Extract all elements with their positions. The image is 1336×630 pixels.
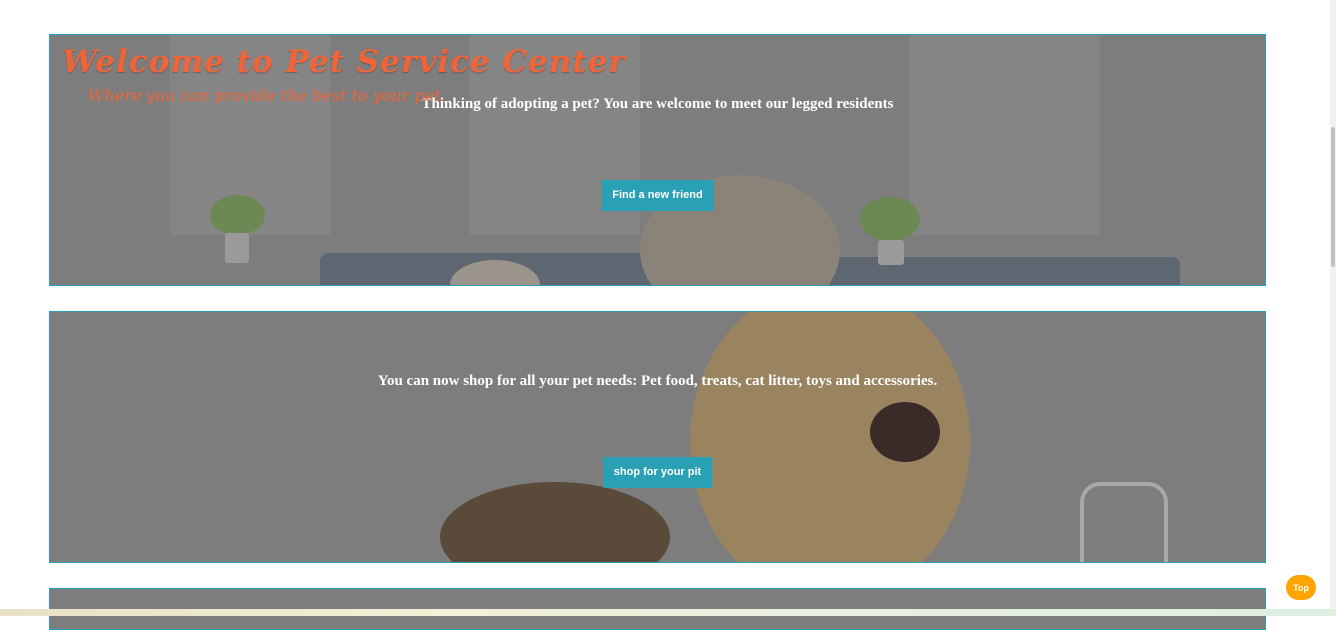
background-window	[910, 35, 1100, 235]
shop-button[interactable]: shop for your pit	[602, 457, 713, 488]
background-plant	[860, 197, 920, 241]
page-title: Welcome to Pet Service Center	[62, 44, 626, 80]
shop-text: You can now shop for all your pet needs:…	[377, 373, 938, 389]
scrollbar-thumb[interactable]	[1331, 127, 1335, 267]
background-pot	[225, 233, 249, 263]
shop-section: You can now shop for all your pet needs:…	[49, 311, 1266, 563]
find-friend-button[interactable]: Find a new friend	[601, 180, 714, 211]
back-to-top-button[interactable]: Top	[1286, 575, 1316, 600]
bottom-strip	[0, 609, 1336, 616]
background-stand	[1080, 482, 1168, 562]
background-dog-nose	[870, 402, 940, 462]
page-subtitle: Where you can provide the best to your p…	[88, 86, 446, 105]
background-pot	[878, 240, 904, 265]
background-cat	[440, 482, 670, 562]
background-plant	[210, 195, 265, 235]
scrollbar-track[interactable]	[1330, 0, 1336, 616]
